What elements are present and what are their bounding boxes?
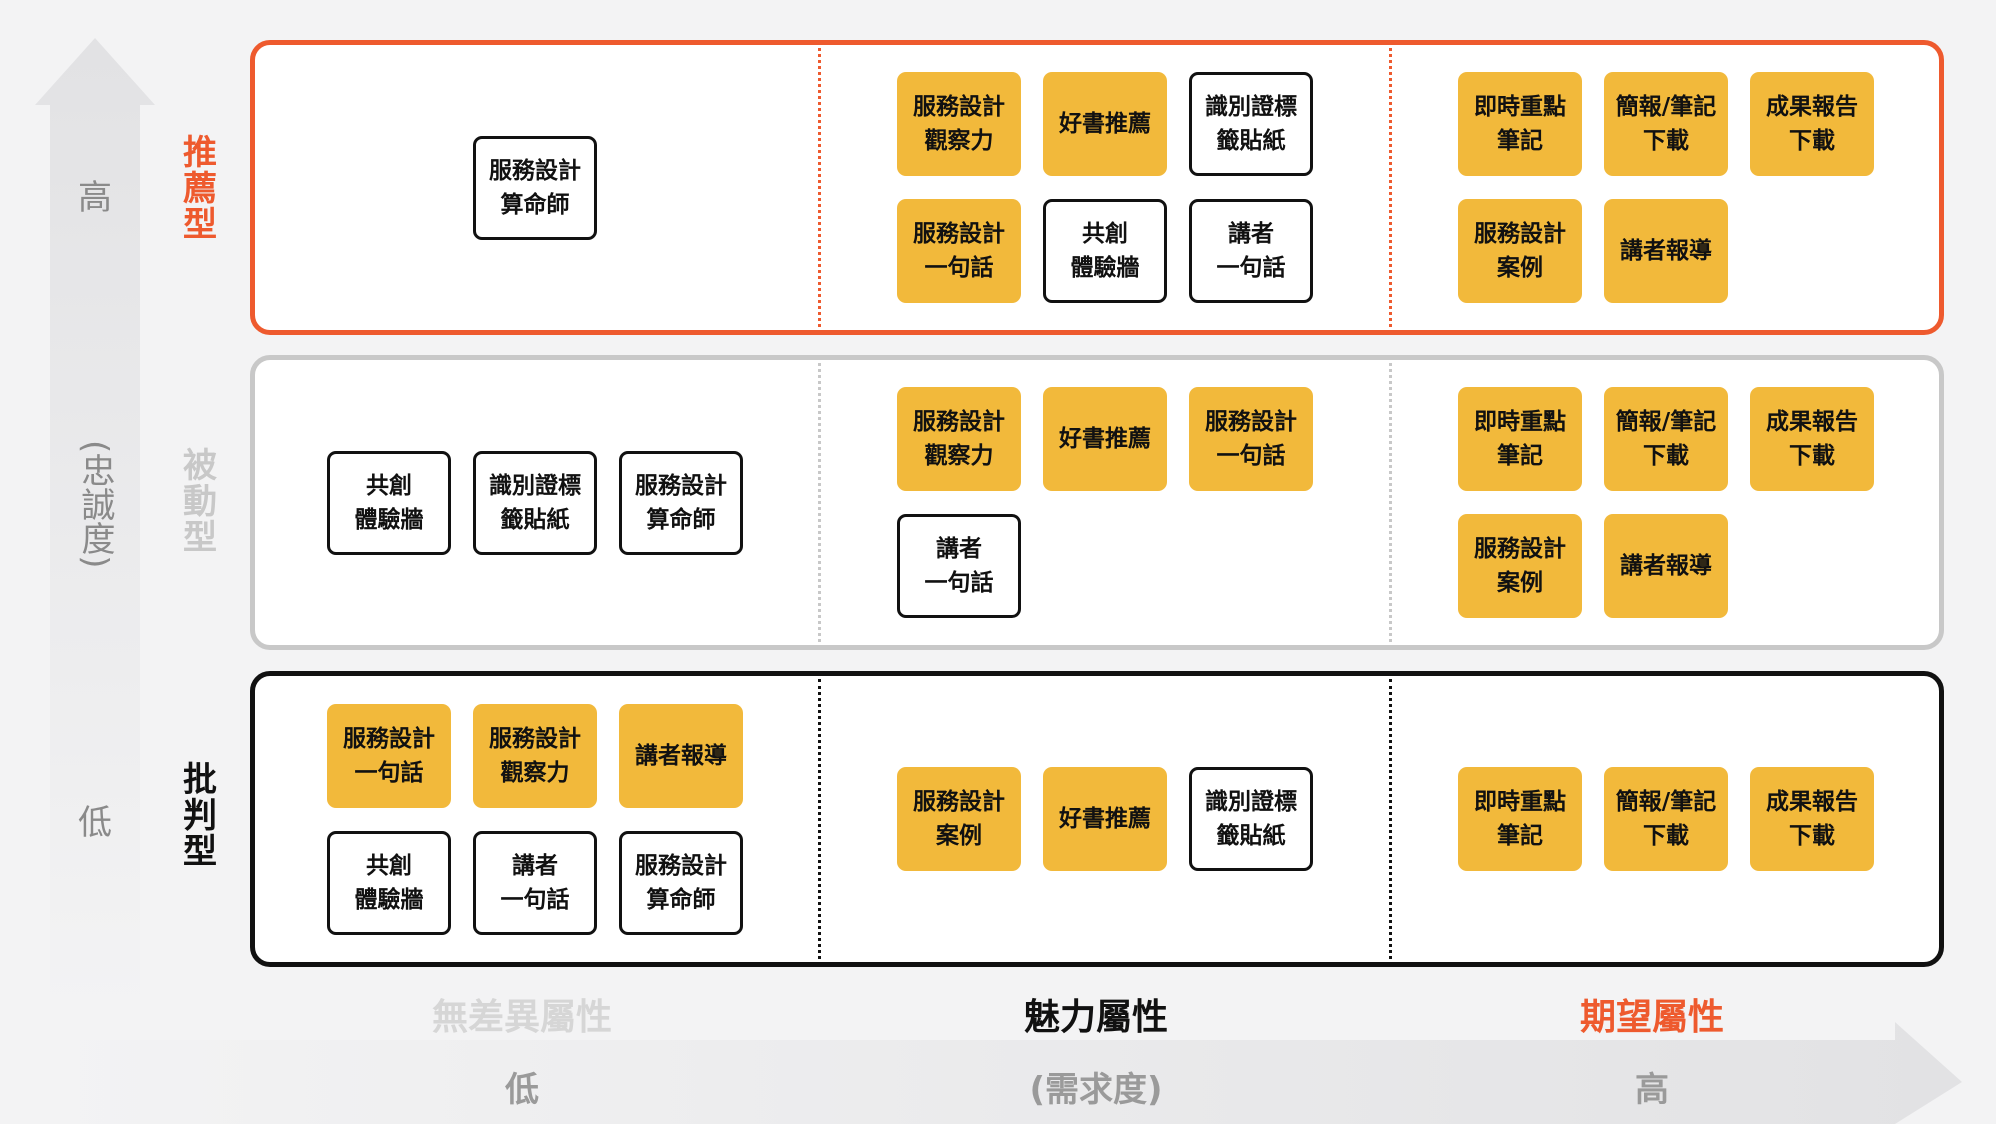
card-成果報告下載: 成果報告 下載 xyxy=(1750,72,1874,176)
card-即時重點筆記: 即時重點 筆記 xyxy=(1458,767,1582,871)
card-簡報筆記下載: 簡報/筆記 下載 xyxy=(1604,387,1728,491)
card-服務設計算命師: 服務設計 算命師 xyxy=(619,450,743,555)
card-講者一句話: 講者 一句話 xyxy=(1189,199,1313,303)
card-服務設計觀察力: 服務設計 觀察力 xyxy=(897,387,1021,491)
y-axis-low: 低 xyxy=(78,803,112,843)
x-axis-low: 低 xyxy=(505,1070,539,1110)
card-成果報告下載: 成果報告 下載 xyxy=(1750,767,1874,871)
kano-diagram: 高 (忠誠度) 低 推薦型 被動型 批判型 服務設計 算命師 服務設計 觀察力 好書… xyxy=(0,0,1996,1124)
row-label-char: 型 xyxy=(183,518,217,558)
y-axis-high: 高 xyxy=(78,178,112,218)
card-服務設計觀察力: 服務設計 觀察力 xyxy=(897,72,1021,176)
row-label-char: 批 xyxy=(183,760,217,800)
row-label-passive: 被動型 xyxy=(170,448,230,556)
column-divider xyxy=(818,363,821,642)
card-講者一句話: 講者 一句話 xyxy=(897,514,1021,618)
card-共創體驗牆: 共創 體驗牆 xyxy=(327,450,451,555)
row-label-char: 薦 xyxy=(183,169,217,209)
card-好書推薦: 好書推薦 xyxy=(1043,72,1167,176)
card-講者一句話: 講者 一句話 xyxy=(473,830,597,935)
row-label-char: 被 xyxy=(183,446,217,486)
card-講者報導: 講者報導 xyxy=(619,703,743,808)
card-簡報筆記下載: 簡報/筆記 下載 xyxy=(1604,767,1728,871)
row-label-char: 推 xyxy=(183,133,217,173)
card-共創體驗牆: 共創 體驗牆 xyxy=(1043,199,1167,303)
column-divider xyxy=(818,48,821,327)
card-成果報告下載: 成果報告 下載 xyxy=(1750,387,1874,491)
card-簡報筆記下載: 簡報/筆記 下載 xyxy=(1604,72,1728,176)
column-title-indifferent: 無差異屬性 xyxy=(431,997,612,1038)
row-label-char: 型 xyxy=(183,205,217,245)
x-axis-title: (需求度) xyxy=(1029,1070,1163,1110)
card-識別證標籤貼紙: 識別證標 籤貼紙 xyxy=(1189,767,1313,871)
column-divider xyxy=(1389,363,1392,642)
card-講者報導: 講者報導 xyxy=(1604,514,1728,618)
row-label-char: 動 xyxy=(183,482,217,522)
row-label-char: 型 xyxy=(183,832,217,872)
card-講者報導: 講者報導 xyxy=(1604,199,1728,303)
row-label-char: 判 xyxy=(183,796,217,836)
card-即時重點筆記: 即時重點 筆記 xyxy=(1458,72,1582,176)
row-label-recommend: 推薦型 xyxy=(170,135,230,243)
card-服務設計案例: 服務設計 案例 xyxy=(1458,514,1582,618)
column-divider xyxy=(1389,48,1392,327)
card-識別證標籤貼紙: 識別證標 籤貼紙 xyxy=(1189,72,1313,176)
y-axis-title-text: (忠誠度) xyxy=(75,440,115,569)
column-divider xyxy=(1389,679,1392,959)
card-服務設計一句話: 服務設計 一句話 xyxy=(327,703,451,808)
card-服務設計一句話: 服務設計 一句話 xyxy=(897,199,1021,303)
x-axis-high: 高 xyxy=(1635,1070,1669,1110)
card-即時重點筆記: 即時重點 筆記 xyxy=(1458,387,1582,491)
card-好書推薦: 好書推薦 xyxy=(1043,767,1167,871)
card-服務設計案例: 服務設計 案例 xyxy=(897,767,1021,871)
column-title-attractive: 魅力屬性 xyxy=(1023,997,1168,1038)
card-服務設計算命師: 服務設計 算命師 xyxy=(473,135,597,240)
card-服務設計案例: 服務設計 案例 xyxy=(1458,199,1582,303)
y-axis-title: (忠誠度) xyxy=(70,440,120,578)
column-divider xyxy=(818,679,821,959)
card-好書推薦: 好書推薦 xyxy=(1043,387,1167,491)
card-服務設計觀察力: 服務設計 觀察力 xyxy=(473,703,597,808)
card-識別證標籤貼紙: 識別證標 籤貼紙 xyxy=(473,450,597,555)
card-共創體驗牆: 共創 體驗牆 xyxy=(327,830,451,935)
row-label-critical: 批判型 xyxy=(170,762,230,870)
column-title-expected: 期望屬性 xyxy=(1579,997,1724,1038)
card-服務設計算命師: 服務設計 算命師 xyxy=(619,830,743,935)
card-服務設計一句話: 服務設計 一句話 xyxy=(1189,387,1313,491)
